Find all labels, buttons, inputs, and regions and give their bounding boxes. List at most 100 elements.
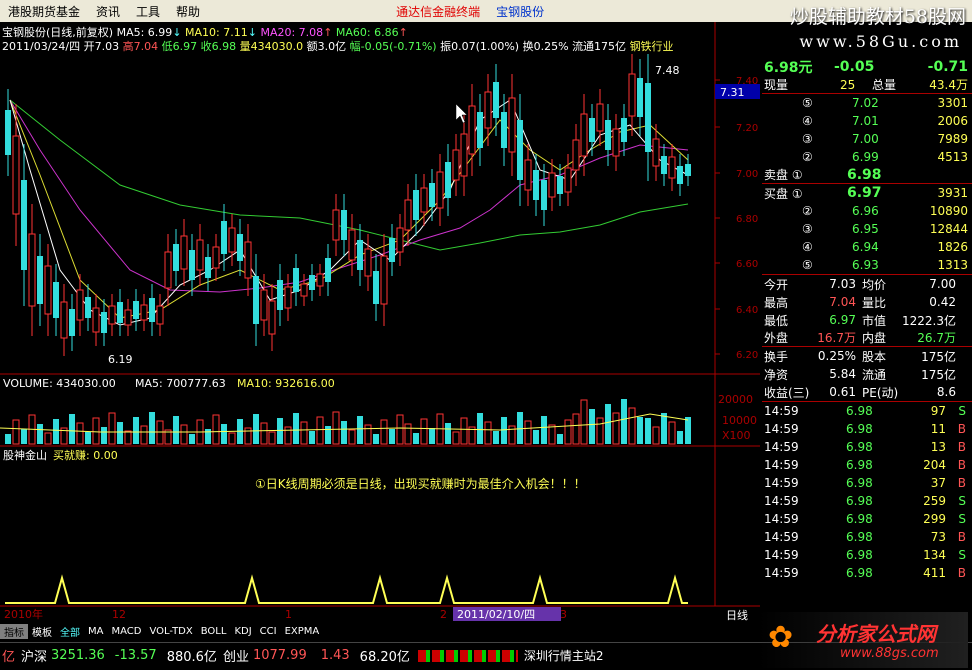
tick-price: 6.98 <box>846 512 873 526</box>
volume-bar <box>404 423 412 445</box>
tab-9[interactable]: EXPMA <box>281 626 324 637</box>
logo-text: 分析家公式网 <box>816 622 936 646</box>
sh-change: -13.57 <box>114 648 157 663</box>
menu-item-hk[interactable]: 港股期货基金 <box>0 3 88 20</box>
tab-2[interactable]: 全部 <box>56 624 84 639</box>
tab-3[interactable]: MA <box>84 626 107 637</box>
price-row: 6.98元 -0.05 -0.71 <box>762 58 972 76</box>
volume-bar <box>44 432 52 445</box>
candle-body <box>645 83 651 152</box>
volume-bar <box>548 424 556 445</box>
level-num: ② <box>802 204 813 218</box>
candle-body <box>605 120 611 150</box>
volume-bar <box>277 418 283 444</box>
candle-body <box>196 239 204 271</box>
tab-8[interactable]: CCI <box>256 626 281 637</box>
stock-link[interactable]: 宝钢股份 <box>488 3 552 20</box>
server-label: 深圳行情主站2 <box>523 649 604 663</box>
volume-bar <box>477 413 483 444</box>
stat-value: 0.25% <box>817 349 856 363</box>
stat-value: 7.04 <box>829 295 856 309</box>
buy-row: ⑤ 6.93 1313 <box>762 256 972 274</box>
high-price-label: 7.48 <box>655 64 680 77</box>
mouse-cursor-icon <box>455 103 468 124</box>
tick-row: 14:59 6.98 11 B <box>762 420 972 438</box>
tab-7[interactable]: KDJ <box>230 626 255 637</box>
volume-bar <box>5 434 11 444</box>
zl-label: 总量 <box>872 78 897 92</box>
menu-item-tools[interactable]: 工具 <box>128 3 168 20</box>
volume-bar <box>373 434 379 444</box>
volume-bar <box>420 418 428 445</box>
candle-body <box>284 286 292 309</box>
tick-time: 14:59 <box>764 458 799 472</box>
volume-bar <box>452 431 460 445</box>
buy-book: ② 6.96 10890 ③ 6.95 12844 ④ 6.94 1826 ⑤ 6.93 1313 <box>762 202 972 275</box>
tick-vol: 13 <box>930 440 946 454</box>
tab-0[interactable]: 指标 <box>0 623 28 639</box>
tick-vol: 259 <box>923 494 946 508</box>
volume-bar <box>668 421 676 445</box>
tab-5[interactable]: VOL-TDX <box>145 626 196 637</box>
candle-body <box>548 172 556 198</box>
buy-price: 6.94 <box>852 240 879 254</box>
chart-area[interactable]: 7.407.207.006.806.606.406.20 7.48 6.19 7… <box>0 22 760 622</box>
tick-row: 14:59 6.98 97 S <box>762 402 972 420</box>
volume-bar <box>212 414 220 445</box>
volume-label: VOLUME: 434030.00 <box>3 377 116 390</box>
candle-body <box>133 301 139 319</box>
tab-6[interactable]: BOLL <box>197 626 231 637</box>
buy-row: ③ 6.95 12844 <box>762 220 972 238</box>
sell-row: ⑤ 7.02 3301 <box>762 94 972 112</box>
level-num: ③ <box>802 222 813 236</box>
stat-label: 量比 <box>862 295 887 310</box>
current-price-label: 7.31 <box>720 86 745 99</box>
candle-body <box>445 162 451 198</box>
tab-4[interactable]: MACD <box>107 626 145 637</box>
volume-bar <box>253 414 259 444</box>
candle-body <box>572 139 580 171</box>
x-label: 2010年 <box>4 607 43 621</box>
candle-body <box>300 283 308 297</box>
candle-body <box>164 251 172 289</box>
candle-body <box>60 301 68 339</box>
stat-label: 收益(三) <box>764 385 810 400</box>
candle-body <box>189 250 195 280</box>
stat-row: 外盘 16.7万 内盘 26.7万 <box>762 329 972 347</box>
stat-value: 6.97 <box>829 313 856 327</box>
sell-vol: 7989 <box>937 132 968 146</box>
tab-1[interactable]: 模板 <box>28 624 56 639</box>
volume-bar <box>645 418 651 444</box>
candle-body <box>156 305 164 325</box>
menu-item-help[interactable]: 帮助 <box>168 3 208 20</box>
stat-value: 5.84 <box>829 367 856 381</box>
candle-body <box>260 289 268 321</box>
stat-label: 最高 <box>764 295 789 310</box>
tick-vol: 299 <box>923 512 946 526</box>
price-tick-label: 6.60 <box>736 259 758 270</box>
tick-side: B <box>957 458 966 472</box>
candle-body <box>37 256 43 304</box>
volume-bar <box>572 413 580 445</box>
volume-bar <box>580 399 588 445</box>
volume-bar <box>460 417 468 445</box>
signal-line <box>5 574 688 604</box>
low-price-label: 6.19 <box>108 353 133 366</box>
candles <box>5 54 691 356</box>
buy-vol: 12844 <box>929 222 968 236</box>
volume-bar <box>108 412 116 445</box>
tick-time: 14:59 <box>764 476 799 490</box>
volume-bars <box>5 399 691 445</box>
volume-bar <box>284 426 292 445</box>
stat-label: 均价 <box>862 277 887 292</box>
sell-price: 7.01 <box>852 114 879 128</box>
terminal-link[interactable]: 通达信金融终端 <box>388 3 488 20</box>
tick-list[interactable]: 14:59 6.98 97 S 14:59 6.98 11 B 14:59 6.98 13 B 14:5… <box>762 401 972 582</box>
candle-body <box>508 97 516 153</box>
stat-value: 0.42 <box>929 295 956 309</box>
stat-value: 16.7万 <box>817 331 856 345</box>
candle-body <box>484 91 492 129</box>
menu-item-news[interactable]: 资讯 <box>88 3 128 20</box>
volume-bar <box>76 422 84 445</box>
candle-body <box>21 180 27 270</box>
